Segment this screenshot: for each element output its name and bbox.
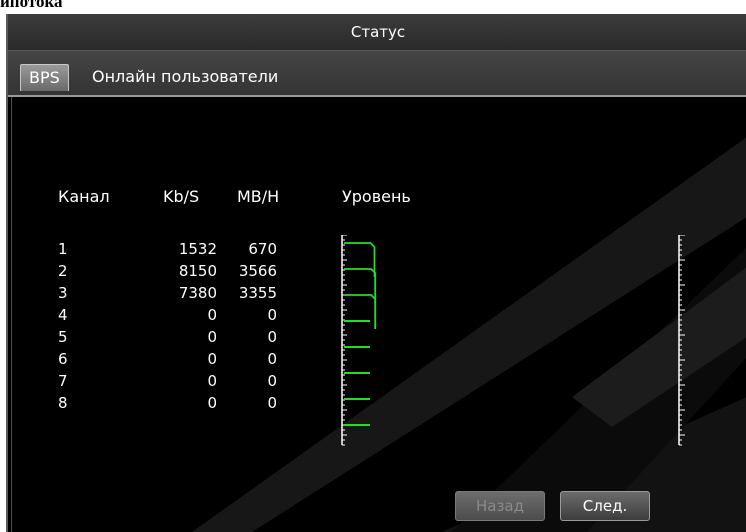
bps-panel: Канал Kb/S MB/H Уровень 1 1532 670 2 8150 356…: [11, 97, 746, 532]
mbh-value: 0: [267, 372, 277, 390]
header-level: Уровень: [342, 187, 411, 206]
status-window: Статус BPS Онлайн пользователи Канал Kb/…: [6, 14, 746, 532]
channel-number: 7: [58, 372, 68, 390]
mbh-value: 670: [248, 240, 277, 258]
channel-number: 5: [58, 328, 68, 346]
kbs-value: 7380: [178, 284, 217, 302]
mbh-value: 3355: [238, 284, 277, 302]
kbs-value: 1532: [178, 240, 217, 258]
tab-bps[interactable]: BPS: [20, 64, 69, 91]
kbs-value: 0: [207, 328, 217, 346]
header-kbs: Kb/S: [163, 187, 200, 206]
background-document-text: ипотока: [0, 0, 63, 11]
right-scale-ruler: [678, 235, 685, 446]
next-button[interactable]: След.: [560, 491, 650, 521]
mbh-value: 0: [267, 306, 277, 324]
mbh-value: 0: [267, 350, 277, 368]
tab-online-users[interactable]: Онлайн пользователи: [84, 64, 286, 90]
mbh-value: 0: [267, 328, 277, 346]
channel-number: 1: [58, 240, 68, 258]
level-trace: [344, 268, 377, 303]
tab-bar: BPS Онлайн пользователи: [8, 51, 746, 97]
header-mbh: MB/H: [237, 187, 280, 206]
channel-number: 2: [58, 262, 68, 280]
mbh-value: 0: [267, 394, 277, 412]
window-title: Статус: [8, 14, 746, 50]
channel-number: 4: [58, 306, 68, 324]
level-meter: [341, 235, 377, 446]
channel-number: 6: [58, 350, 68, 368]
mbh-value: 3566: [238, 262, 277, 280]
channel-number: 8: [58, 394, 68, 412]
kbs-value: 0: [207, 394, 217, 412]
kbs-value: 0: [207, 306, 217, 324]
header-channel: Канал: [58, 187, 110, 206]
kbs-value: 0: [207, 372, 217, 390]
level-trace: [344, 242, 376, 277]
level-trace: [344, 294, 377, 329]
kbs-value: 8150: [178, 262, 217, 280]
channel-number: 3: [58, 284, 68, 302]
kbs-value: 0: [207, 350, 217, 368]
back-button[interactable]: Назад: [455, 491, 545, 521]
